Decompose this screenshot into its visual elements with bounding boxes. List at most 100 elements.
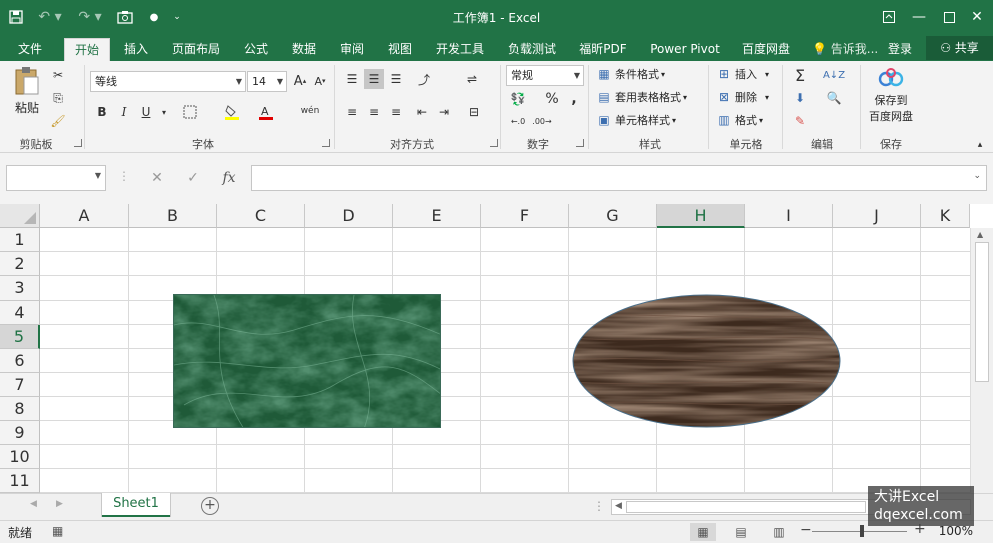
align-right-icon[interactable]: ≡ <box>386 102 406 122</box>
delete-cells-button[interactable]: ⊠ 删除 ▾ <box>716 89 769 105</box>
orientation-icon[interactable]: ⤴ <box>414 69 434 89</box>
number-dialog-launcher[interactable] <box>576 139 584 147</box>
percent-style-button[interactable]: % <box>542 89 562 109</box>
row-header-10[interactable]: 10 <box>0 445 40 469</box>
scroll-left-icon[interactable]: ◀ <box>615 501 622 511</box>
font-dialog-launcher[interactable] <box>322 139 330 147</box>
wood-texture-ellipse[interactable] <box>572 294 841 428</box>
restore-icon[interactable] <box>934 0 964 34</box>
tab-split-grip-icon[interactable]: ⋮ <box>593 499 605 513</box>
horizontal-scroll-thumb[interactable] <box>626 501 866 513</box>
find-select-icon[interactable]: 🔍 <box>824 88 844 108</box>
column-header-a[interactable]: A <box>40 204 129 228</box>
row-header-3[interactable]: 3 <box>0 276 40 301</box>
column-header-b[interactable]: B <box>129 204 217 228</box>
formula-input[interactable]: ⌄ <box>251 165 987 191</box>
zoom-slider-knob[interactable] <box>860 525 864 537</box>
font-size-combo[interactable]: 14 ▼ <box>247 71 287 92</box>
column-header-f[interactable]: F <box>481 204 569 228</box>
format-painter-icon[interactable]: 🖌 <box>48 111 68 131</box>
format-as-table-button[interactable]: ▤ 套用表格格式 ▾ <box>596 89 687 105</box>
tab-page-layout[interactable]: 页面布局 <box>164 38 228 61</box>
tab-review[interactable]: 审阅 <box>332 38 372 61</box>
accounting-format-icon[interactable]: 💱 <box>508 89 528 109</box>
close-icon[interactable]: ✕ <box>962 0 992 34</box>
column-header-h[interactable]: H <box>657 204 745 228</box>
zoom-level[interactable]: 100% <box>939 524 973 538</box>
increase-indent-icon[interactable]: ⇥ <box>434 102 454 122</box>
row-header-6[interactable]: 6 <box>0 349 40 373</box>
column-header-j[interactable]: J <box>833 204 921 228</box>
row-header-1[interactable]: 1 <box>0 228 40 252</box>
italic-button[interactable]: I <box>114 102 134 122</box>
tab-formulas[interactable]: 公式 <box>236 38 276 61</box>
cut-icon[interactable]: ✂ <box>48 65 68 85</box>
wrap-text-icon[interactable]: ⇌ <box>462 69 482 89</box>
marble-texture-rectangle[interactable] <box>173 294 441 428</box>
chevron-down-icon[interactable]: ▾ <box>154 102 174 122</box>
conditional-formatting-button[interactable]: ▦ 条件格式 ▾ <box>596 66 665 82</box>
vertical-scrollbar[interactable]: ▲ <box>970 228 993 493</box>
select-all-button[interactable] <box>0 204 40 228</box>
format-cells-button[interactable]: ▥ 格式 ▾ <box>716 112 763 128</box>
bold-button[interactable]: B <box>92 102 112 122</box>
name-box[interactable]: ▼ <box>6 165 106 191</box>
insert-cells-button[interactable]: ⊞ 插入 ▾ <box>716 66 769 82</box>
column-header-c[interactable]: C <box>217 204 305 228</box>
column-header-k[interactable]: K <box>921 204 970 228</box>
row-header-2[interactable]: 2 <box>0 252 40 276</box>
tab-view[interactable]: 视图 <box>380 38 420 61</box>
align-center-icon[interactable]: ≡ <box>364 102 384 122</box>
save-to-baidu-button[interactable]: 保存到 百度网盘 <box>864 67 918 124</box>
paste-button[interactable]: 粘贴 <box>10 65 44 125</box>
add-sheet-icon[interactable]: + <box>201 497 219 515</box>
merge-center-icon[interactable]: ⊟ <box>464 102 484 122</box>
share-button[interactable]: ⚇ 共享 <box>926 36 993 60</box>
insert-function-button[interactable]: fx <box>212 165 246 191</box>
ribbon-display-icon[interactable] <box>874 0 904 34</box>
phonetic-icon[interactable]: wén <box>300 101 320 121</box>
scroll-up-icon[interactable]: ▲ <box>977 230 983 239</box>
alignment-dialog-launcher[interactable] <box>490 139 498 147</box>
row-header-8[interactable]: 8 <box>0 397 40 421</box>
row-header-4[interactable]: 4 <box>0 301 40 325</box>
column-header-g[interactable]: G <box>569 204 657 228</box>
column-header-i[interactable]: I <box>745 204 833 228</box>
align-middle-icon[interactable]: ☰ <box>364 69 384 89</box>
column-header-d[interactable]: D <box>305 204 393 228</box>
zoom-slider[interactable] <box>812 525 907 537</box>
clipboard-dialog-launcher[interactable] <box>74 139 82 147</box>
row-header-11[interactable]: 11 <box>0 469 40 493</box>
page-layout-view-icon[interactable]: ▤ <box>728 523 754 541</box>
normal-view-icon[interactable]: ▦ <box>690 523 716 541</box>
decrease-decimal-icon[interactable]: .00→ <box>532 111 552 131</box>
tab-baidu-netdisk[interactable]: 百度网盘 <box>734 38 798 61</box>
align-top-icon[interactable]: ☰ <box>342 69 362 89</box>
align-bottom-icon[interactable]: ☰ <box>386 69 406 89</box>
expand-formula-icon[interactable]: ⌄ <box>973 171 981 181</box>
underline-button[interactable]: U <box>136 102 156 122</box>
tab-foxit-pdf[interactable]: 福昕PDF <box>572 38 634 61</box>
tab-data[interactable]: 数据 <box>284 38 324 61</box>
fill-icon[interactable]: ⬇ <box>790 88 810 108</box>
clear-icon[interactable]: ✎ <box>790 111 810 131</box>
tab-insert[interactable]: 插入 <box>114 38 158 61</box>
number-format-combo[interactable]: 常规 ▼ <box>506 65 584 86</box>
font-color-icon[interactable]: A <box>256 102 276 122</box>
tab-power-pivot[interactable]: Power Pivot <box>642 38 728 61</box>
page-break-preview-icon[interactable]: ▥ <box>766 523 792 541</box>
minimize-icon[interactable]: — <box>904 0 934 34</box>
tab-developer[interactable]: 开发工具 <box>428 38 492 61</box>
zoom-out-icon[interactable]: − <box>800 522 812 538</box>
scroll-sheets-right-icon[interactable]: ▶ <box>56 499 63 509</box>
copy-icon[interactable]: ⎘ <box>48 88 68 108</box>
scroll-sheets-left-icon[interactable]: ◀ <box>30 499 37 509</box>
tell-me-box[interactable]: 💡 告诉我... <box>812 38 878 61</box>
borders-icon[interactable] <box>180 102 200 122</box>
tab-home[interactable]: 开始 <box>64 38 110 61</box>
vertical-scroll-thumb[interactable] <box>975 242 989 382</box>
cancel-entry-button[interactable]: ✕ <box>140 165 174 191</box>
autosum-icon[interactable]: Σ <box>790 65 810 85</box>
macro-record-icon[interactable]: ▦ <box>52 524 63 538</box>
increase-font-icon[interactable]: A ▴ <box>290 71 310 91</box>
